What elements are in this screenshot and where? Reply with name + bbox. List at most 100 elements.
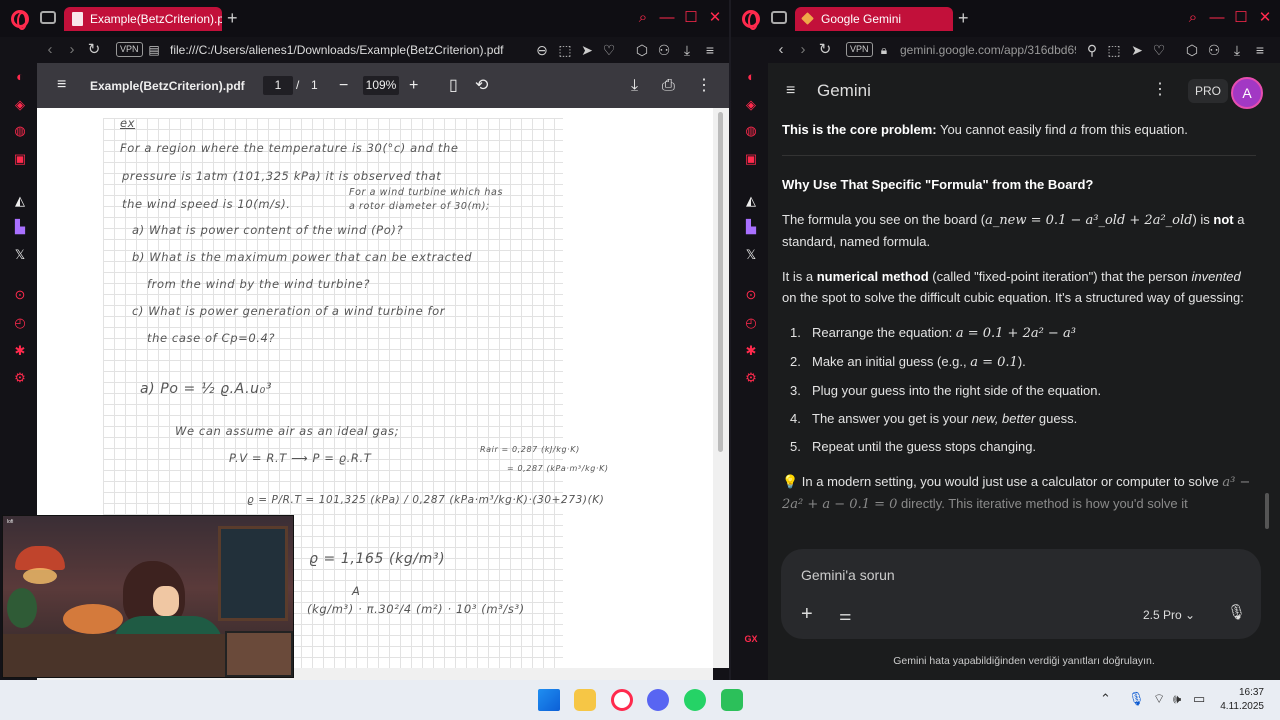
workspace-icon[interactable] (40, 11, 56, 24)
forward-icon[interactable]: › (64, 41, 80, 59)
prompt-box[interactable]: Gemini'a sorun + ⚌ 2.5 Pro ⌄ 🎙︎ (781, 549, 1261, 639)
fit-page-icon[interactable]: ▯ (449, 76, 458, 95)
opera-logo-icon[interactable] (11, 10, 29, 30)
twitch-icon[interactable]: ▙ (743, 219, 759, 235)
gemini-menu-icon[interactable]: ≡ (786, 83, 795, 99)
download-icon[interactable]: ⤓ (678, 41, 696, 59)
opera-taskbar-icon[interactable] (611, 689, 633, 711)
whatsapp-icon[interactable] (684, 689, 706, 711)
pdf-more-icon[interactable]: ⋮ (696, 76, 712, 95)
rotate-icon[interactable]: ⟲ (475, 76, 488, 95)
maximize-icon[interactable]: ☐ (1231, 9, 1251, 27)
mic-icon[interactable]: 🎙︎ (1227, 604, 1246, 622)
pdf-menu-icon[interactable]: ≡ (57, 77, 66, 93)
minimize-icon[interactable]: — (1207, 9, 1227, 27)
messenger-icon[interactable]: ▣ (12, 151, 28, 167)
settings-icon[interactable]: ⚙ (743, 370, 759, 386)
model-selector[interactable]: 2.5 Pro ⌄ (1143, 608, 1195, 622)
new-tab-icon[interactable]: + (227, 7, 238, 29)
vpn-badge[interactable]: VPN (116, 42, 143, 57)
snapshot-icon[interactable]: ⬚ (556, 41, 574, 59)
workspace-icon[interactable] (771, 11, 787, 24)
x-icon[interactable]: 𝕏 (743, 247, 759, 263)
gemini-title[interactable]: Gemini (817, 81, 871, 101)
pdf-scrollbar[interactable] (713, 108, 729, 668)
scroll-thumb[interactable] (718, 112, 723, 452)
lock-icon[interactable]: 🔒︎ (876, 41, 892, 59)
discover-icon[interactable]: ◭ (12, 193, 28, 209)
search-icon[interactable]: ⌕ (633, 9, 653, 27)
heart-icon[interactable]: ♡ (600, 41, 618, 59)
palette-icon[interactable]: ◍ (12, 123, 28, 139)
messenger-icon[interactable]: ▣ (743, 151, 759, 167)
wifi-icon[interactable]: ⌔ (1153, 692, 1165, 706)
new-tab-icon[interactable]: + (958, 7, 969, 29)
pro-badge[interactable]: PRO (1188, 79, 1229, 103)
discord-icon[interactable] (647, 689, 669, 711)
pin-icon[interactable]: ⚲ (1083, 41, 1101, 59)
zoom-out-icon[interactable]: − (339, 76, 348, 95)
tab-pdf[interactable]: Example(BetzCriterion).pd (64, 7, 222, 31)
volume-icon[interactable]: 🕪︎ (1173, 692, 1181, 706)
tray-chevron-icon[interactable]: ⌃ (1100, 692, 1111, 706)
prompt-input[interactable]: Gemini'a sorun (801, 567, 895, 583)
add-icon[interactable]: + (801, 604, 813, 624)
tools-icon[interactable]: ⚌ (839, 607, 852, 623)
more-options-icon[interactable]: ⋮ (1152, 81, 1168, 99)
palette-icon[interactable]: ◍ (743, 123, 759, 139)
send-icon[interactable]: ➤ (1128, 41, 1146, 59)
back-icon[interactable]: ‹ (773, 41, 789, 59)
bag-icon[interactable]: ◈ (12, 97, 28, 113)
vpn-badge[interactable]: VPN (846, 42, 873, 57)
history-icon[interactable]: ◴ (12, 315, 28, 331)
gx-icon[interactable]: GX (743, 631, 759, 647)
profile-icon[interactable]: ⚇ (655, 41, 673, 59)
reload-icon[interactable]: ↻ (817, 41, 833, 59)
zoom-icon[interactable]: ⊖ (533, 41, 551, 59)
history-icon[interactable]: ◴ (743, 315, 759, 331)
url-field[interactable]: file:///C:/Users/alienes1/Downloads/Exam… (170, 43, 520, 57)
x-icon[interactable]: 𝕏 (12, 247, 28, 263)
aria-icon[interactable]: ◐ (743, 69, 759, 85)
bag-icon[interactable]: ◈ (743, 97, 759, 113)
menu-icon[interactable]: ≡ (701, 41, 719, 59)
chat-scrollbar[interactable] (1265, 493, 1269, 529)
discover-icon[interactable]: ◭ (743, 193, 759, 209)
heart-icon[interactable]: ♡ (1150, 41, 1168, 59)
close-icon[interactable]: ✕ (705, 9, 725, 27)
close-icon[interactable]: ✕ (1255, 9, 1275, 27)
extensions-icon[interactable]: ⬡ (633, 41, 651, 59)
app-icon[interactable] (721, 689, 743, 711)
print-icon[interactable]: ⎙ (662, 76, 675, 95)
search-icon[interactable]: ⌕ (1183, 9, 1203, 27)
reload-icon[interactable]: ↻ (86, 41, 102, 59)
start-icon[interactable] (538, 689, 560, 711)
profile-icon[interactable]: ⚇ (1205, 41, 1223, 59)
send-icon[interactable]: ➤ (578, 41, 596, 59)
url-field[interactable]: gemini.google.com/app/316dbd69 (900, 43, 1076, 57)
twitch-icon[interactable]: ▙ (12, 219, 28, 235)
zoom-in-icon[interactable]: + (409, 76, 418, 95)
video-overlay[interactable]: lofi (2, 515, 294, 678)
player-icon[interactable]: ⊙ (743, 287, 759, 303)
settings-icon[interactable]: ⚙ (12, 370, 28, 386)
extensions-sidebar-icon[interactable]: ✱ (743, 343, 759, 359)
maximize-icon[interactable]: ☐ (681, 9, 701, 27)
file-explorer-icon[interactable] (574, 689, 596, 711)
forward-icon[interactable]: › (795, 41, 811, 59)
download-icon[interactable]: ⤓ (1228, 41, 1246, 59)
menu-icon[interactable]: ≡ (1251, 41, 1269, 59)
avatar[interactable]: A (1231, 77, 1263, 109)
page-input[interactable]: 1 (263, 76, 293, 95)
aria-icon[interactable]: ◐ (12, 69, 28, 85)
battery-icon[interactable]: ▭ (1193, 692, 1205, 706)
zoom-level[interactable]: 109% (363, 76, 399, 95)
opera-logo-icon[interactable] (742, 10, 760, 30)
extensions-sidebar-icon[interactable]: ✱ (12, 343, 28, 359)
minimize-icon[interactable]: — (657, 9, 677, 27)
snapshot-icon[interactable]: ⬚ (1105, 41, 1123, 59)
pdf-download-icon[interactable]: ⤓ (631, 76, 638, 95)
back-icon[interactable]: ‹ (42, 41, 58, 59)
clock[interactable]: 16:37 4.11.2025 (1212, 686, 1264, 714)
tab-gemini[interactable]: Google Gemini (795, 7, 953, 31)
